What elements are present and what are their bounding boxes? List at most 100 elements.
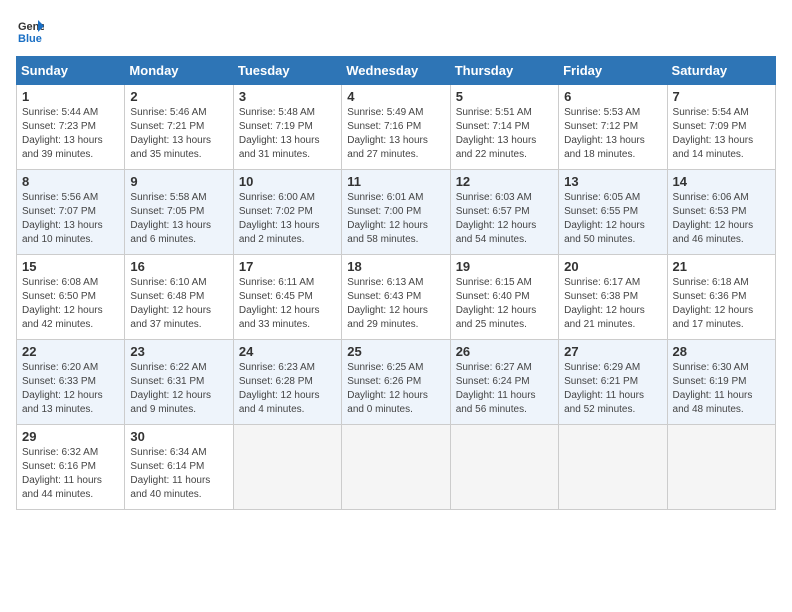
- day-info: Sunrise: 6:13 AM Sunset: 6:43 PM Dayligh…: [347, 276, 444, 332]
- day-info: Sunrise: 6:15 AM Sunset: 6:40 PM Dayligh…: [456, 276, 553, 332]
- calendar-cell: 17 Sunrise: 6:11 AM Sunset: 6:45 PM Dayli…: [233, 255, 341, 340]
- calendar-cell: 29 Sunrise: 6:32 AM Sunset: 6:16 PM Dayli…: [17, 425, 125, 510]
- day-number: 25: [347, 344, 444, 359]
- day-number: 16: [130, 259, 227, 274]
- day-number: 30: [130, 429, 227, 444]
- calendar-cell: 19 Sunrise: 6:15 AM Sunset: 6:40 PM Dayli…: [450, 255, 558, 340]
- day-info: Sunrise: 6:08 AM Sunset: 6:50 PM Dayligh…: [22, 276, 119, 332]
- day-number: 28: [673, 344, 770, 359]
- day-info: Sunrise: 6:23 AM Sunset: 6:28 PM Dayligh…: [239, 361, 336, 417]
- calendar-cell: 9 Sunrise: 5:58 AM Sunset: 7:05 PM Daylig…: [125, 170, 233, 255]
- day-info: Sunrise: 5:53 AM Sunset: 7:12 PM Dayligh…: [564, 106, 661, 162]
- day-info: Sunrise: 6:22 AM Sunset: 6:31 PM Dayligh…: [130, 361, 227, 417]
- calendar-cell: 27 Sunrise: 6:29 AM Sunset: 6:21 PM Dayli…: [559, 340, 667, 425]
- calendar-cell: 10 Sunrise: 6:00 AM Sunset: 7:02 PM Dayli…: [233, 170, 341, 255]
- col-header-friday: Friday: [559, 57, 667, 85]
- day-info: Sunrise: 5:49 AM Sunset: 7:16 PM Dayligh…: [347, 106, 444, 162]
- calendar-cell: 6 Sunrise: 5:53 AM Sunset: 7:12 PM Daylig…: [559, 85, 667, 170]
- day-number: 21: [673, 259, 770, 274]
- calendar-cell: 16Sunrise: 6:10 AM Sunset: 6:48 PM Dayli…: [125, 255, 233, 340]
- calendar-week-2: 8 Sunrise: 5:56 AM Sunset: 7:07 PM Daylig…: [17, 170, 776, 255]
- calendar-cell: 1 Sunrise: 5:44 AM Sunset: 7:23 PM Daylig…: [17, 85, 125, 170]
- day-number: 3: [239, 89, 336, 104]
- calendar-cell: 13 Sunrise: 6:05 AM Sunset: 6:55 PM Dayli…: [559, 170, 667, 255]
- day-info: Sunrise: 6:27 AM Sunset: 6:24 PM Dayligh…: [456, 361, 553, 417]
- day-info: Sunrise: 5:51 AM Sunset: 7:14 PM Dayligh…: [456, 106, 553, 162]
- calendar-cell: 8 Sunrise: 5:56 AM Sunset: 7:07 PM Daylig…: [17, 170, 125, 255]
- day-info: Sunrise: 6:11 AM Sunset: 6:45 PM Dayligh…: [239, 276, 336, 332]
- calendar-header-row: SundayMondayTuesdayWednesdayThursdayFrid…: [17, 57, 776, 85]
- col-header-saturday: Saturday: [667, 57, 775, 85]
- day-info: Sunrise: 6:17 AM Sunset: 6:38 PM Dayligh…: [564, 276, 661, 332]
- calendar-cell: [450, 425, 558, 510]
- day-number: 5: [456, 89, 553, 104]
- calendar-week-4: 22 Sunrise: 6:20 AM Sunset: 6:33 PM Dayli…: [17, 340, 776, 425]
- day-number: 1: [22, 89, 119, 104]
- logo: General Blue: [16, 16, 48, 44]
- day-number: 18: [347, 259, 444, 274]
- calendar-cell: 11 Sunrise: 6:01 AM Sunset: 7:00 PM Dayli…: [342, 170, 450, 255]
- calendar-cell: 2Sunrise: 5:46 AM Sunset: 7:21 PM Daylig…: [125, 85, 233, 170]
- day-info: Sunrise: 6:01 AM Sunset: 7:00 PM Dayligh…: [347, 191, 444, 247]
- day-info: Sunrise: 5:54 AM Sunset: 7:09 PM Dayligh…: [673, 106, 770, 162]
- calendar-cell: 30 Sunrise: 6:34 AM Sunset: 6:14 PM Dayli…: [125, 425, 233, 510]
- calendar-cell: [667, 425, 775, 510]
- day-info: Sunrise: 6:05 AM Sunset: 6:55 PM Dayligh…: [564, 191, 661, 247]
- header: General Blue: [16, 16, 776, 44]
- calendar-cell: 5 Sunrise: 5:51 AM Sunset: 7:14 PM Daylig…: [450, 85, 558, 170]
- day-number: 27: [564, 344, 661, 359]
- day-number: 10: [239, 174, 336, 189]
- day-number: 12: [456, 174, 553, 189]
- day-info: Sunrise: 5:46 AM Sunset: 7:21 PM Dayligh…: [130, 106, 227, 162]
- calendar-cell: 21 Sunrise: 6:18 AM Sunset: 6:36 PM Dayli…: [667, 255, 775, 340]
- day-info: Sunrise: 5:56 AM Sunset: 7:07 PM Dayligh…: [22, 191, 119, 247]
- day-number: 20: [564, 259, 661, 274]
- col-header-monday: Monday: [125, 57, 233, 85]
- day-number: 4: [347, 89, 444, 104]
- day-info: Sunrise: 5:48 AM Sunset: 7:19 PM Dayligh…: [239, 106, 336, 162]
- calendar-cell: 25Sunrise: 6:25 AM Sunset: 6:26 PM Dayli…: [342, 340, 450, 425]
- day-info: Sunrise: 6:34 AM Sunset: 6:14 PM Dayligh…: [130, 446, 227, 502]
- calendar-cell: [342, 425, 450, 510]
- day-number: 11: [347, 174, 444, 189]
- day-number: 6: [564, 89, 661, 104]
- day-number: 29: [22, 429, 119, 444]
- calendar-cell: 22 Sunrise: 6:20 AM Sunset: 6:33 PM Dayli…: [17, 340, 125, 425]
- day-info: Sunrise: 6:18 AM Sunset: 6:36 PM Dayligh…: [673, 276, 770, 332]
- day-number: 9: [130, 174, 227, 189]
- calendar-cell: 28 Sunrise: 6:30 AM Sunset: 6:19 PM Dayli…: [667, 340, 775, 425]
- day-info: Sunrise: 6:03 AM Sunset: 6:57 PM Dayligh…: [456, 191, 553, 247]
- day-info: Sunrise: 6:29 AM Sunset: 6:21 PM Dayligh…: [564, 361, 661, 417]
- calendar-cell: [233, 425, 341, 510]
- day-info: Sunrise: 5:58 AM Sunset: 7:05 PM Dayligh…: [130, 191, 227, 247]
- day-number: 26: [456, 344, 553, 359]
- day-number: 24: [239, 344, 336, 359]
- calendar-cell: 14Sunrise: 6:06 AM Sunset: 6:53 PM Dayli…: [667, 170, 775, 255]
- day-info: Sunrise: 5:44 AM Sunset: 7:23 PM Dayligh…: [22, 106, 119, 162]
- calendar-table: SundayMondayTuesdayWednesdayThursdayFrid…: [16, 56, 776, 510]
- day-number: 14: [673, 174, 770, 189]
- day-number: 19: [456, 259, 553, 274]
- col-header-sunday: Sunday: [17, 57, 125, 85]
- calendar-week-5: 29 Sunrise: 6:32 AM Sunset: 6:16 PM Dayli…: [17, 425, 776, 510]
- day-number: 23: [130, 344, 227, 359]
- calendar-cell: 26 Sunrise: 6:27 AM Sunset: 6:24 PM Dayli…: [450, 340, 558, 425]
- col-header-tuesday: Tuesday: [233, 57, 341, 85]
- day-number: 13: [564, 174, 661, 189]
- calendar-cell: 24 Sunrise: 6:23 AM Sunset: 6:28 PM Dayli…: [233, 340, 341, 425]
- day-number: 22: [22, 344, 119, 359]
- calendar-cell: 7 Sunrise: 5:54 AM Sunset: 7:09 PM Daylig…: [667, 85, 775, 170]
- calendar-cell: 3 Sunrise: 5:48 AM Sunset: 7:19 PM Daylig…: [233, 85, 341, 170]
- day-info: Sunrise: 6:00 AM Sunset: 7:02 PM Dayligh…: [239, 191, 336, 247]
- col-header-wednesday: Wednesday: [342, 57, 450, 85]
- calendar-cell: [559, 425, 667, 510]
- day-info: Sunrise: 6:32 AM Sunset: 6:16 PM Dayligh…: [22, 446, 119, 502]
- day-number: 15: [22, 259, 119, 274]
- day-info: Sunrise: 6:30 AM Sunset: 6:19 PM Dayligh…: [673, 361, 770, 417]
- day-number: 17: [239, 259, 336, 274]
- col-header-thursday: Thursday: [450, 57, 558, 85]
- calendar-cell: 15 Sunrise: 6:08 AM Sunset: 6:50 PM Dayli…: [17, 255, 125, 340]
- day-number: 8: [22, 174, 119, 189]
- day-number: 7: [673, 89, 770, 104]
- day-info: Sunrise: 6:20 AM Sunset: 6:33 PM Dayligh…: [22, 361, 119, 417]
